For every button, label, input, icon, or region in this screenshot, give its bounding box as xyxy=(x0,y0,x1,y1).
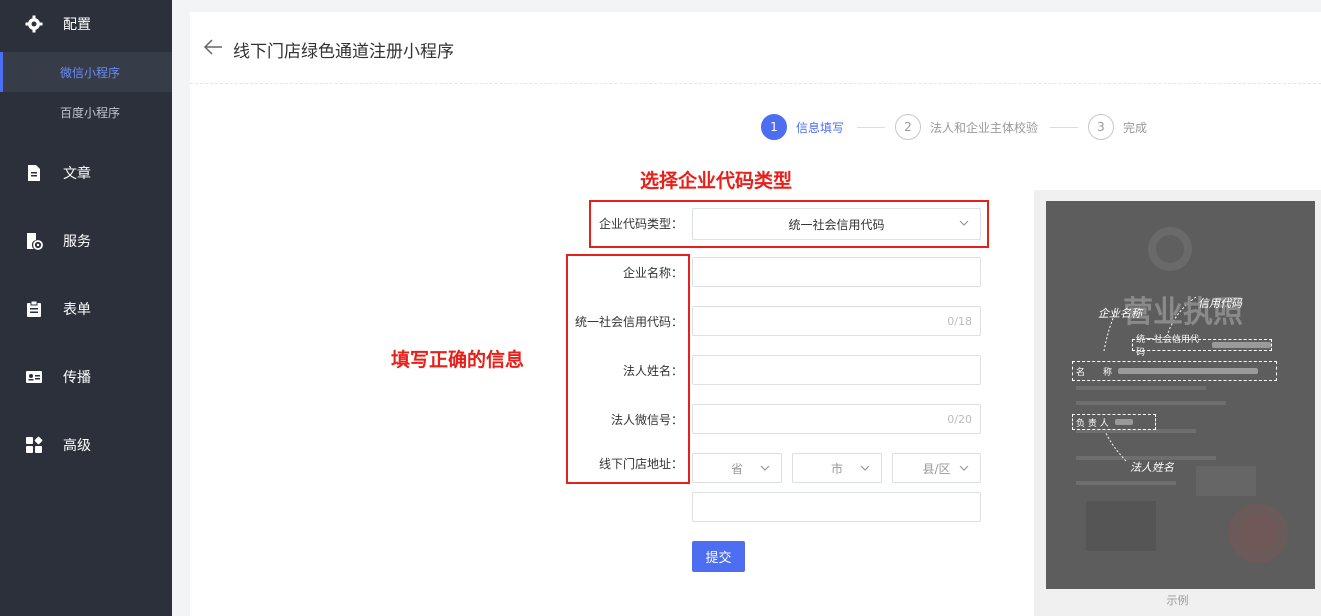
step-3: 3 完成 xyxy=(1088,114,1147,140)
annotation-select-code-type: 选择企业代码类型 xyxy=(640,170,793,192)
step-connector xyxy=(1050,127,1078,128)
page-header: 线下门店绿色通道注册小程序 xyxy=(190,12,1321,84)
legal-wechat-label: 法人微信号： xyxy=(610,413,683,427)
step-2: 2 法人和企业主体校验 xyxy=(895,114,1038,140)
page-title: 线下门店绿色通道注册小程序 xyxy=(233,42,454,62)
grid-icon xyxy=(25,436,43,454)
step-number: 2 xyxy=(895,114,921,140)
sidebar-item-label: 文章 xyxy=(63,166,91,182)
chevron-down-icon xyxy=(958,462,970,474)
sidebar-subitem-label: 微信小程序 xyxy=(60,65,121,80)
step-1: 1 信息填写 xyxy=(761,114,844,140)
back-arrow-icon[interactable] xyxy=(202,36,224,58)
code-type-label: 企业代码类型： xyxy=(598,217,683,231)
gear-icon xyxy=(25,15,43,33)
sidebar-item-config[interactable]: 配置 xyxy=(0,4,172,44)
legal-wechat-input[interactable]: 0/20 xyxy=(692,404,981,434)
address-detail-input[interactable] xyxy=(692,492,981,522)
sidebar-item-label: 表单 xyxy=(63,302,91,318)
sidebar-item-label: 高级 xyxy=(63,438,91,454)
license-owner-field: 负 责 人 xyxy=(1072,414,1156,430)
step-label: 信息填写 xyxy=(796,120,845,135)
sidebar-item-label: 服务 xyxy=(63,234,91,250)
sidebar-item-advanced[interactable]: 高级 xyxy=(0,425,172,465)
license-name-field: 名 称 xyxy=(1072,361,1277,381)
sidebar-item-label: 传播 xyxy=(63,370,91,386)
province-placeholder: 省 xyxy=(730,461,743,476)
field-label: 负 责 人 xyxy=(1076,418,1109,429)
address-label: 线下门店地址： xyxy=(598,457,683,471)
sidebar-subitem-baidu[interactable]: 百度小程序 xyxy=(0,92,172,132)
step-label: 完成 xyxy=(1123,120,1148,135)
code-type-value: 统一社会信用代码 xyxy=(788,217,885,232)
submit-button[interactable]: 提交 xyxy=(692,541,745,572)
step-number: 3 xyxy=(1088,114,1114,140)
chevron-down-icon xyxy=(958,217,970,229)
sidebar-item-article[interactable]: 文章 xyxy=(0,153,172,193)
company-name-input[interactable] xyxy=(692,257,981,287)
id-card-icon xyxy=(25,368,43,386)
code-type-select[interactable]: 统一社会信用代码 xyxy=(692,208,981,240)
field-label: 统一社会信用代码 xyxy=(1136,335,1200,358)
credit-code-counter: 0/18 xyxy=(947,315,972,328)
step-number: 1 xyxy=(761,114,787,140)
legal-wechat-counter: 0/20 xyxy=(947,413,972,426)
sidebar-item-label: 配置 xyxy=(63,17,91,33)
city-select[interactable]: 市 xyxy=(792,453,882,483)
step-label: 法人和企业主体校验 xyxy=(930,120,1039,135)
field-label: 名 称 xyxy=(1076,367,1113,378)
credit-code-input[interactable]: 0/18 xyxy=(692,306,981,336)
sidebar-item-service[interactable]: 服务 xyxy=(0,221,172,261)
license-credit-code-field: 统一社会信用代码 xyxy=(1132,335,1272,358)
district-placeholder: 县/区 xyxy=(922,461,951,476)
sidebar-subitem-wechat[interactable]: 微信小程序 xyxy=(0,52,172,92)
note-credit-code: 信用代码 xyxy=(1198,297,1242,310)
legal-name-label: 法人姓名： xyxy=(622,364,683,378)
legal-name-input[interactable] xyxy=(692,355,981,385)
company-name-label: 企业名称： xyxy=(622,266,683,280)
city-placeholder: 市 xyxy=(830,461,843,476)
document-icon xyxy=(25,164,43,182)
sidebar-subitem-label: 百度小程序 xyxy=(60,105,121,120)
sample-panel: 营业执照 企业名称 信用代码 法人姓名 统一社会信用代码 名 称 负 责 人 xyxy=(1034,190,1321,616)
sample-license-image: 营业执照 企业名称 信用代码 法人姓名 统一社会信用代码 名 称 负 责 人 xyxy=(1046,201,1315,589)
service-icon xyxy=(25,232,43,250)
chevron-down-icon xyxy=(759,462,771,474)
province-select[interactable]: 省 xyxy=(692,453,782,483)
credit-code-label: 统一社会信用代码： xyxy=(574,315,683,329)
annotation-fill-correct-info: 填写正确的信息 xyxy=(391,349,525,371)
step-connector xyxy=(857,127,885,128)
note-company-name: 企业名称 xyxy=(1098,307,1142,320)
clipboard-icon xyxy=(25,300,43,318)
chevron-down-icon xyxy=(859,462,871,474)
sidebar-item-form[interactable]: 表单 xyxy=(0,289,172,329)
district-select[interactable]: 县/区 xyxy=(892,453,981,483)
note-legal-name: 法人姓名 xyxy=(1130,461,1174,474)
sidebar-item-spread[interactable]: 传播 xyxy=(0,357,172,397)
sample-caption: 示例 xyxy=(1166,594,1189,607)
sidebar: 配置 微信小程序 百度小程序 文章 服务 表单 传播 高级 xyxy=(0,0,172,616)
